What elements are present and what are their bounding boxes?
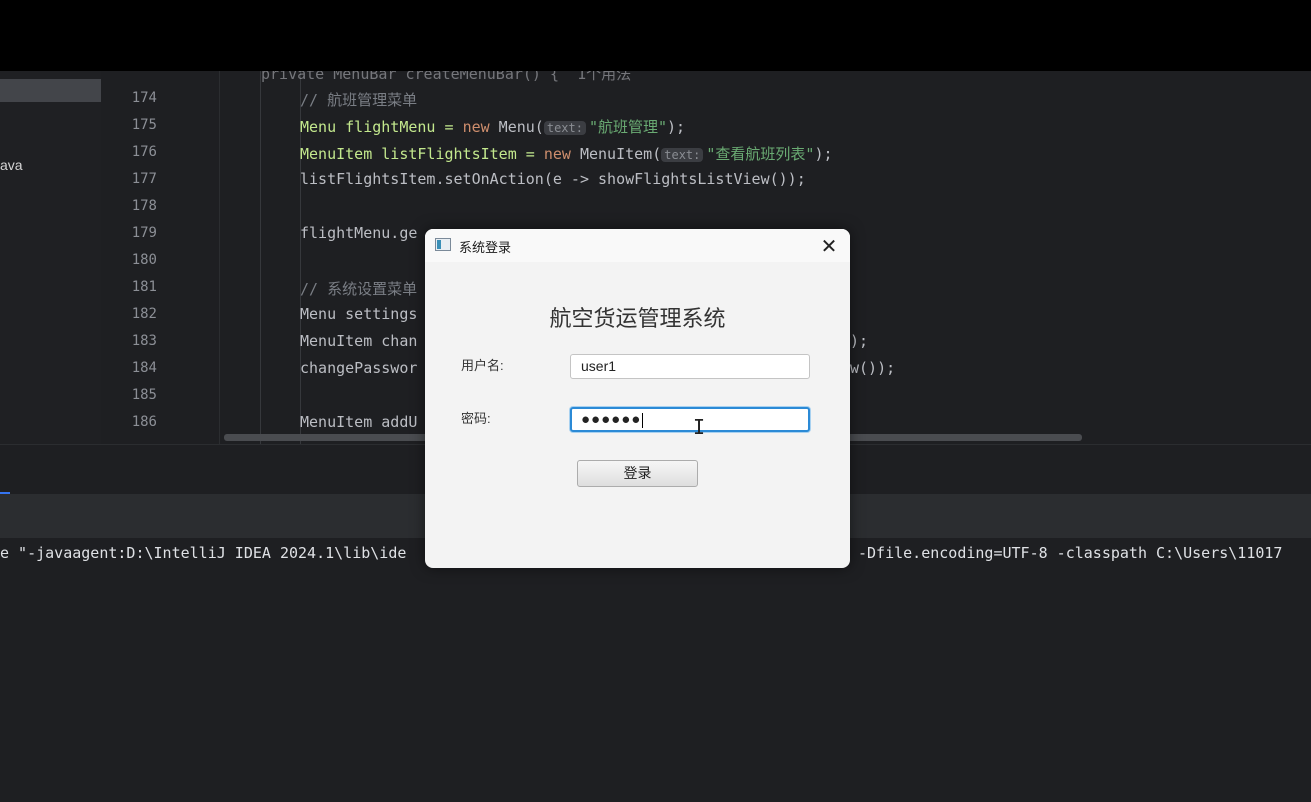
line-number: 186 [131,414,157,430]
keyword-new: new [462,118,490,136]
code-line-partial: private MenuBar createMenuBar() { 1个用法 [261,71,632,83]
dialog-titlebar[interactable]: 系统登录 ✕ [425,229,850,262]
window-app-icon [435,238,451,251]
code-line-184-tail: w()); [850,359,896,377]
line-number: 176 [131,144,157,160]
password-input[interactable]: ●●●●●● [570,407,810,432]
password-label: 密码: [461,411,491,426]
code-line-177: listFlightsItem.setOnAction(e -> showFli… [300,170,806,188]
code-line-175: Menu flightMenu = new Menu(text: "航班管理"); [300,116,685,137]
string-literal: "航班管理" [588,118,668,136]
code-line-176: MenuItem listFlightsItem = new MenuItem(… [300,143,833,164]
code-line-183: MenuItem chan [300,332,418,350]
line-number: 184 [131,360,157,376]
login-dialog: 系统登录 ✕ 航空货运管理系统 用户名: user1 密码: ●●●●●● 登录 [425,229,850,568]
code-line-182: Menu settings [300,305,418,323]
param-hint: text: [661,148,704,162]
sidebar-file-item[interactable]: ava [0,157,23,173]
code-line-186: MenuItem addU [300,413,418,431]
line-number: 175 [131,117,157,133]
line-number: 177 [131,171,157,187]
close-icon[interactable]: ✕ [816,233,842,259]
code-text: ); [814,145,833,163]
code-line-183-tail: ); [850,332,869,350]
run-console[interactable]: e "-javaagent:D:\IntelliJ IDEA 2024.1\li… [0,538,1311,802]
code-text: ); [667,118,686,136]
system-heading: 航空货运管理系统 [549,307,726,332]
line-number: 185 [131,387,157,403]
dialog-title: 系统登录 [459,240,512,255]
line-number: 179 [131,225,157,241]
line-number: 182 [131,306,157,322]
sidebar-selected-row[interactable] [0,79,101,102]
code-line-184: changePasswor [300,359,418,377]
username-input[interactable]: user1 [570,354,810,379]
password-mask: ●●●●●● [581,411,642,428]
video-letterbox-top [0,0,1311,71]
code-text: Menu( [489,118,544,136]
line-number: 181 [131,279,157,295]
project-sidebar: ava [0,71,101,444]
line-number: 183 [131,333,157,349]
code-line-179: flightMenu.ge [300,224,418,242]
username-label: 用户名: [461,358,504,373]
line-number: 178 [131,198,157,214]
indent-guide [260,71,261,444]
text-caret [642,412,644,428]
ibeam-cursor-icon: I [693,415,706,439]
code-line-181: // 系统设置菜单 [300,280,418,298]
code-text: Menu flightMenu = [300,118,463,136]
code-line-174: // 航班管理菜单 [300,91,418,109]
line-number: 180 [131,252,157,268]
code-text: MenuItem listFlightsItem = [300,145,544,163]
keyword-new: new [543,145,571,163]
string-literal: "查看航班列表" [706,145,815,163]
login-button[interactable]: 登录 [577,460,698,487]
console-command-left: e "-javaagent:D:\IntelliJ IDEA 2024.1\li… [0,544,407,562]
param-hint: text: [543,121,586,135]
code-text: MenuItem( [570,145,662,163]
line-number: 174 [131,90,157,106]
console-command-right: -Dfile.encoding=UTF-8 -classpath C:\User… [858,544,1283,562]
